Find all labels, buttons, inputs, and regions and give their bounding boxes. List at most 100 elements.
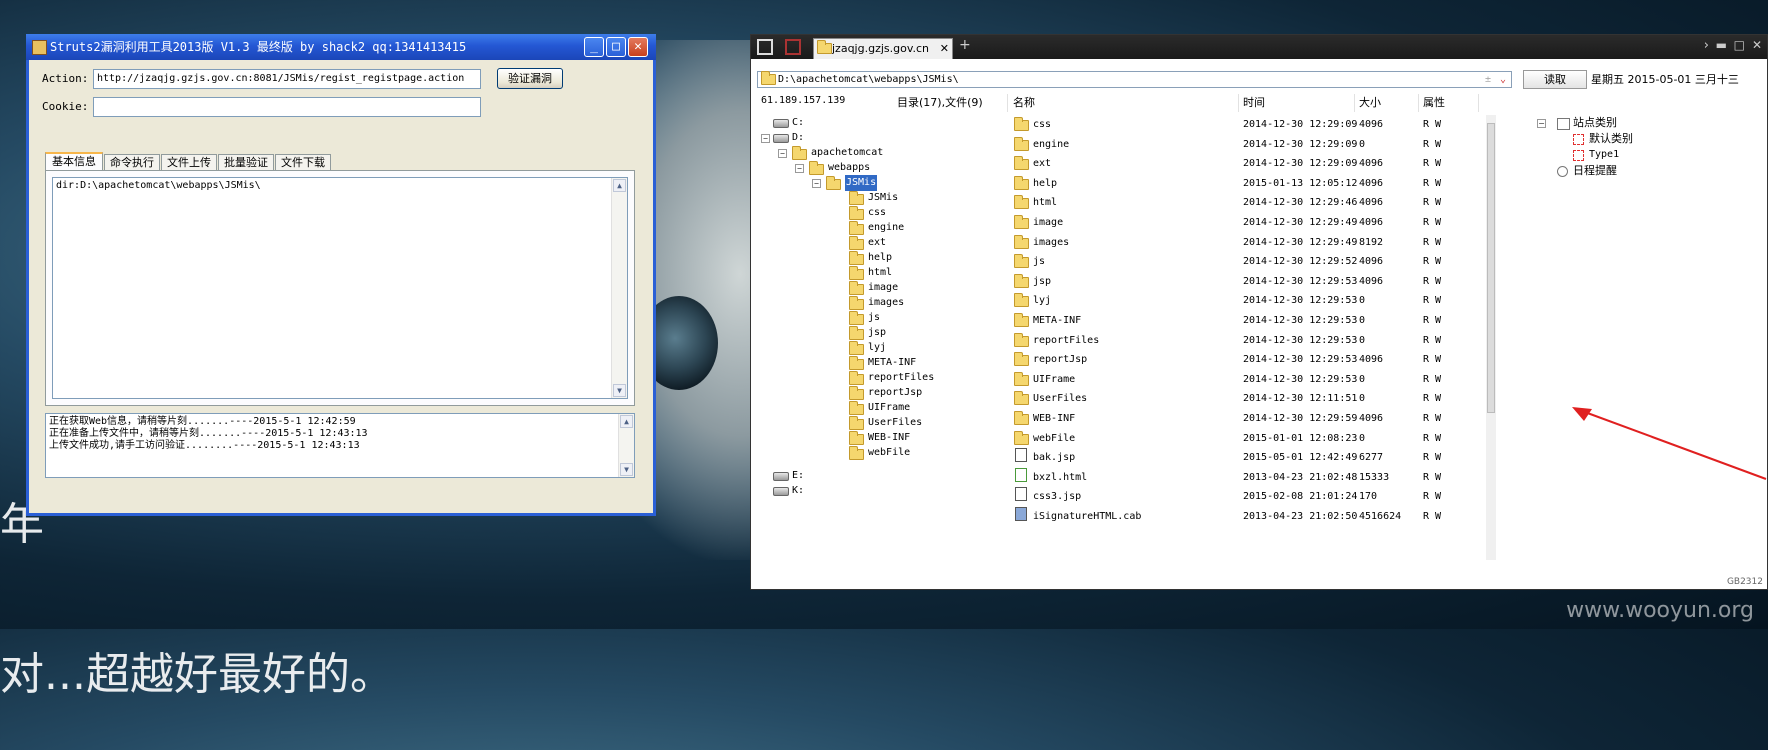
tab-file-download[interactable]: 文件下载 xyxy=(275,154,331,170)
scroll-down-icon[interactable]: ▼ xyxy=(620,463,633,476)
file-row[interactable]: ext 2014-12-30 12:29:09 4096 R W xyxy=(1009,154,1479,174)
log-textarea[interactable]: 正在获取Web信息，请稍等片刻.......----2015-5-1 12:42… xyxy=(45,413,635,478)
plus-minus-icon[interactable]: ± xyxy=(1485,72,1491,87)
tree-drive[interactable]: − D: xyxy=(751,130,1009,146)
file-row[interactable]: image 2014-12-30 12:29:49 4096 R W xyxy=(1009,213,1479,233)
file-row[interactable]: lyj 2014-12-30 12:29:53 0 R W xyxy=(1009,291,1479,311)
tree-folder[interactable]: images xyxy=(751,295,1009,311)
tab-basic-info[interactable]: 基本信息 xyxy=(45,152,103,171)
close-icon[interactable]: ✕ xyxy=(1752,38,1762,52)
scroll-thumb[interactable] xyxy=(1487,123,1495,413)
column-name[interactable]: 名称 xyxy=(1009,94,1239,112)
tree-folder[interactable]: UIFrame xyxy=(751,400,1009,416)
file-attr: R W xyxy=(1423,393,1442,405)
date-display: 星期五 2015-05-01 三月十三 xyxy=(1591,73,1739,86)
tree-drive[interactable]: E: xyxy=(751,468,1009,484)
maximize-button[interactable]: □ xyxy=(606,37,626,57)
column-time[interactable]: 时间 xyxy=(1239,94,1355,112)
chevron-down-icon[interactable]: ⌄ xyxy=(1500,72,1506,87)
tree-folder[interactable]: webFile xyxy=(751,445,1009,461)
chevron-right-icon[interactable]: › xyxy=(1704,38,1709,53)
maximize-icon[interactable]: □ xyxy=(1734,38,1745,52)
file-row[interactable]: WEB-INF 2014-12-30 12:29:59 4096 R W xyxy=(1009,409,1479,429)
file-row[interactable]: help 2015-01-13 12:05:12 4096 R W xyxy=(1009,174,1479,194)
expander-icon[interactable]: − xyxy=(1537,119,1546,128)
tree-folder[interactable]: META-INF xyxy=(751,355,1009,371)
tree-drive[interactable]: K: xyxy=(751,483,1009,499)
verify-vulnerability-button[interactable]: 验证漏洞 xyxy=(497,68,563,89)
tree-folder[interactable]: css xyxy=(751,205,1009,221)
record-icon[interactable] xyxy=(757,39,773,55)
tab-file-upload[interactable]: 文件上传 xyxy=(161,154,217,170)
tree-folder[interactable]: WEB-INF xyxy=(751,430,1009,446)
file-row[interactable]: reportFiles 2014-12-30 12:29:53 0 R W xyxy=(1009,331,1479,351)
file-row[interactable]: css 2014-12-30 12:29:09 4096 R W xyxy=(1009,115,1479,135)
file-row[interactable]: META-INF 2014-12-30 12:29:53 0 R W xyxy=(1009,311,1479,331)
tree-folder[interactable]: ext xyxy=(751,235,1009,251)
minimize-icon[interactable]: ▬ xyxy=(1716,38,1727,52)
tree-folder[interactable]: reportJsp xyxy=(751,385,1009,401)
file-row[interactable]: js 2014-12-30 12:29:52 4096 R W xyxy=(1009,252,1479,272)
tree-folder[interactable]: − apachetomcat xyxy=(751,145,1009,161)
tab-batch-verify[interactable]: 批量验证 xyxy=(218,154,274,170)
bug-icon[interactable] xyxy=(785,39,801,55)
file-row[interactable]: UIFrame 2014-12-30 12:29:53 0 R W xyxy=(1009,370,1479,390)
file-row[interactable]: webFile 2015-01-01 12:08:23 0 R W xyxy=(1009,429,1479,449)
tree-folder[interactable]: js xyxy=(751,310,1009,326)
cookie-input[interactable] xyxy=(93,97,481,117)
file-row[interactable]: iSignatureHTML.cab 2013-04-23 21:02:50 451… xyxy=(1009,507,1479,527)
struts2-titlebar[interactable]: Struts2漏洞利用工具2013版 V1.3 最终版 by shack2 qq… xyxy=(26,34,656,60)
action-input[interactable]: http://jzaqjg.gzjs.gov.cn:8081/JSMis/reg… xyxy=(93,69,481,89)
output-scrollbar[interactable]: ▲ ▼ xyxy=(611,178,627,398)
file-size: 4096 xyxy=(1359,217,1384,228)
collapse-icon[interactable]: − xyxy=(761,134,770,143)
tree-folder[interactable]: html xyxy=(751,265,1009,281)
file-time: 2014-12-30 12:29:49 xyxy=(1243,236,1358,248)
tree-folder[interactable]: jsp xyxy=(751,325,1009,341)
minimize-button[interactable]: _ xyxy=(584,37,604,57)
tree-folder[interactable]: lyj xyxy=(751,340,1009,356)
app-icon xyxy=(32,40,47,55)
log-scrollbar[interactable]: ▲ ▼ xyxy=(618,414,634,477)
file-time: 2014-12-30 12:29:59 xyxy=(1243,413,1358,424)
site-tab[interactable]: jzaqjg.gzjs.gov.cn ✕ xyxy=(813,38,953,59)
scroll-up-icon[interactable]: ▲ xyxy=(613,179,626,192)
path-input[interactable]: D:\apachetomcat\webapps\JSMis\ ± ⌄ xyxy=(757,71,1512,88)
collapse-icon[interactable]: − xyxy=(795,164,804,173)
collapse-icon[interactable]: − xyxy=(778,149,787,158)
close-tab-icon[interactable]: ✕ xyxy=(940,39,949,59)
tree-folder[interactable]: engine xyxy=(751,220,1009,236)
file-row[interactable]: engine 2014-12-30 12:29:09 0 R W xyxy=(1009,135,1479,155)
column-size[interactable]: 大小 xyxy=(1355,94,1419,112)
output-textarea[interactable]: dir:D:\apachetomcat\webapps\JSMis\ ▲ ▼ xyxy=(52,177,628,399)
tree-folder[interactable]: help xyxy=(751,250,1009,266)
collapse-icon[interactable]: − xyxy=(812,179,821,188)
file-row[interactable]: images 2014-12-30 12:29:49 8192 R W xyxy=(1009,233,1479,253)
file-row[interactable]: reportJsp 2014-12-30 12:29:53 4096 R W xyxy=(1009,350,1479,370)
column-attr[interactable]: 属性 xyxy=(1419,94,1479,112)
file-row[interactable]: bak.jsp 2015-05-01 12:42:49 6277 R W xyxy=(1009,448,1479,468)
file-attr: R W xyxy=(1423,373,1442,385)
file-attr: R W xyxy=(1423,177,1442,189)
file-row[interactable]: bxzl.html 2013-04-23 21:02:48 15333 R W xyxy=(1009,467,1479,488)
file-row[interactable]: html 2014-12-30 12:29:46 4096 R W xyxy=(1009,193,1479,213)
read-button[interactable]: 读取 xyxy=(1523,70,1587,89)
scroll-up-icon[interactable]: ▲ xyxy=(620,415,633,428)
tree-drive[interactable]: C: xyxy=(751,115,1009,131)
tree-folder[interactable]: reportFiles xyxy=(751,370,1009,386)
tree-folder[interactable]: − JSMis xyxy=(751,175,1009,191)
tab-command-exec[interactable]: 命令执行 xyxy=(104,154,160,170)
file-row[interactable]: css3.jsp 2015-02-08 21:01:24 170 R W xyxy=(1009,487,1479,507)
scroll-down-icon[interactable]: ▼ xyxy=(613,384,626,397)
close-button[interactable]: ✕ xyxy=(628,37,648,57)
tree-folder[interactable]: JSMis xyxy=(751,190,1009,206)
tree-item-label: WEB-INF xyxy=(868,432,911,443)
new-tab-button[interactable]: + xyxy=(959,37,971,53)
file-list-scrollbar[interactable] xyxy=(1486,115,1496,560)
file-row[interactable]: jsp 2014-12-30 12:29:53 4096 R W xyxy=(1009,272,1479,292)
drive-icon xyxy=(773,134,789,143)
file-row[interactable]: UserFiles 2014-12-30 12:11:51 0 R W xyxy=(1009,389,1479,409)
tree-folder[interactable]: − webapps xyxy=(751,160,1009,176)
tree-folder[interactable]: image xyxy=(751,280,1009,296)
tree-folder[interactable]: UserFiles xyxy=(751,415,1009,431)
